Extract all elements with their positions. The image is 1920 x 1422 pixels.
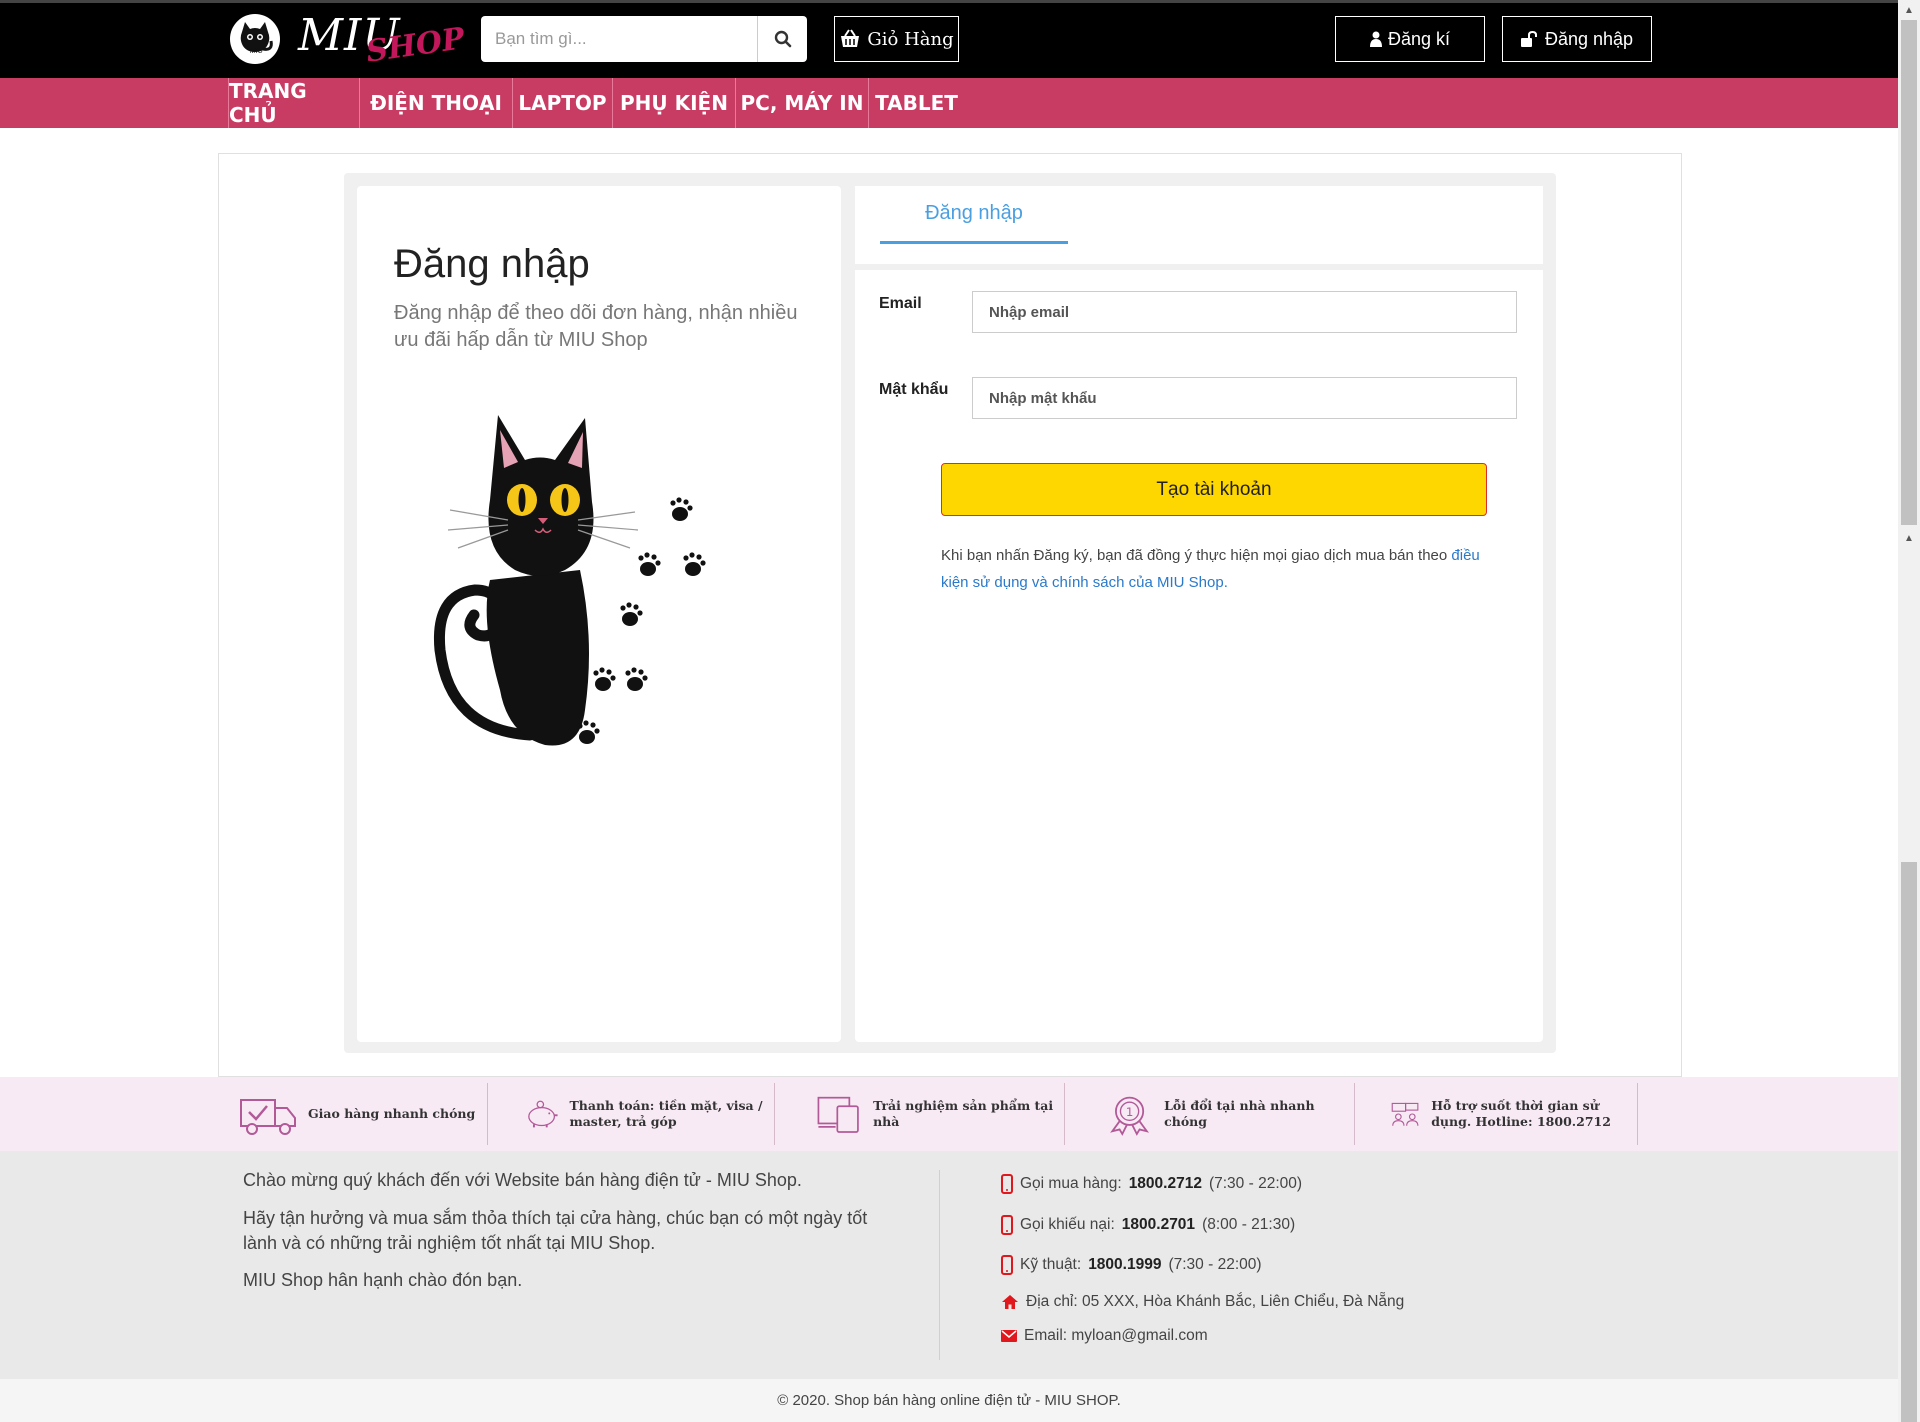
footer-greeting: MIU Shop hân hạnh chào đón bạn. (243, 1270, 523, 1290)
home-icon (1002, 1295, 1018, 1309)
scrollbar-thumb[interactable] (1901, 20, 1917, 525)
contact-buy-hours: (7:30 - 22:00) (1208, 1175, 1303, 1192)
register-label: Đăng kí (1387, 28, 1451, 49)
contact-buy: Gọi mua hàng: 1800.2712 (7:30 - 22:00) (1001, 1174, 1302, 1194)
nav-item-home[interactable]: TRANG CHỦ (228, 78, 359, 128)
feature-text: Thanh toán: tiền mặt, visa / master, trả… (569, 1098, 763, 1129)
feature-experience: Trải nghiệm sản phẩm tại nhà (815, 1083, 1065, 1145)
nav-item-phones[interactable]: ĐIỆN THOẠI (359, 78, 512, 128)
scroll-up-arrow-icon[interactable]: ▲ (1898, 0, 1920, 20)
piggy-bank-icon (528, 1100, 558, 1128)
contact-complain-phone[interactable]: 1800.2701 (1122, 1216, 1195, 1234)
contact-buy-label: Gọi mua hàng: (1020, 1175, 1122, 1192)
create-account-button[interactable]: Tạo tài khoản (941, 463, 1487, 516)
tab-login[interactable]: Đăng nhập (880, 186, 1068, 244)
black-cat-illustration (433, 415, 706, 746)
envelope-icon (1001, 1330, 1017, 1342)
contact-address: Địa chỉ: 05 XXX, Hòa Khánh Bắc, Liên Chi… (1001, 1293, 1404, 1311)
terms-notice: Khi bạn nhấn Đăng ký, bạn đã đồng ý thực… (941, 542, 1501, 596)
nav-item-pc-printer[interactable]: PC, MÁY IN (735, 78, 868, 128)
footer-welcome: Chào mừng quý khách đến với Website bán … (243, 1170, 802, 1190)
search-input[interactable] (481, 16, 757, 62)
feature-delivery: Giao hàng nhanh chóng (238, 1083, 488, 1145)
contact-address-text: Địa chỉ: 05 XXX, Hòa Khánh Bắc, Liên Chi… (1026, 1293, 1405, 1310)
contact-complain: Gọi khiếu nại: 1800.2701 (8:00 - 21:30) (1001, 1215, 1295, 1235)
badge-icon: 1 (1110, 1096, 1150, 1136)
feature-text: Lỗi đổi tại nhà nhanh chóng (1164, 1098, 1315, 1129)
register-button[interactable]: Đăng kí (1335, 16, 1485, 62)
contact-complain-label: Gọi khiếu nại: (1020, 1216, 1115, 1233)
contact-tech-hours: (7:30 - 22:00) (1168, 1256, 1262, 1273)
feature-payment: Thanh toán: tiền mặt, visa / master, trả… (525, 1083, 775, 1145)
footer-divider (939, 1170, 940, 1360)
mobile-phone-icon (1001, 1255, 1013, 1275)
svg-text:1: 1 (1126, 1105, 1134, 1119)
support-icon (1391, 1102, 1419, 1126)
cart-label: Giỏ Hàng (867, 28, 954, 50)
logo-badge-text: MIU (250, 48, 263, 55)
mobile-phone-icon (1001, 1215, 1013, 1235)
truck-icon (240, 1099, 296, 1135)
nav-item-accessories[interactable]: PHỤ KIỆN (612, 78, 735, 128)
feature-text: Giao hàng nhanh chóng (308, 1106, 476, 1121)
login-button[interactable]: Đăng nhập (1502, 16, 1652, 62)
contact-complain-hours: (8:00 - 21:30) (1202, 1216, 1296, 1233)
contact-tech-phone[interactable]: 1800.1999 (1088, 1256, 1161, 1274)
feature-support: Hỗ trợ suốt thời gian sử dụng. Hotline: … (1390, 1083, 1638, 1145)
login-label: Đăng nhập (1544, 28, 1634, 49)
contact-email-text[interactable]: Email: myloan@gmail.com (1024, 1327, 1208, 1345)
feature-text: Trải nghiệm sản phẩm tại nhà (873, 1098, 1054, 1129)
terms-text: Khi bạn nhấn Đăng ký, bạn đã đồng ý thực… (941, 547, 1452, 564)
scroll-arrow-icon[interactable]: ▲ (1898, 528, 1920, 548)
search-button[interactable] (757, 16, 807, 62)
contact-tech: Kỹ thuật: 1800.1999 (7:30 - 22:00) (1001, 1255, 1262, 1275)
unlock-icon (1520, 31, 1537, 47)
basket-icon (841, 29, 860, 47)
logo-cat-icon[interactable]: MIU (230, 14, 280, 64)
search-box (481, 16, 807, 62)
main-nav: TRANG CHỦ ĐIỆN THOẠI LAPTOP PHỤ KIỆN PC,… (0, 78, 1898, 128)
scrollbar-thumb-lower[interactable] (1901, 862, 1917, 1422)
email-field[interactable] (972, 291, 1517, 333)
contact-email: Email: myloan@gmail.com (1001, 1327, 1208, 1345)
devices-icon (817, 1096, 859, 1133)
mobile-phone-icon (1001, 1174, 1013, 1194)
password-label: Mật khẩu (879, 381, 949, 398)
nav-item-laptop[interactable]: LAPTOP (512, 78, 612, 128)
copyright: © 2020. Shop bán hàng online điện tử - M… (0, 1379, 1898, 1422)
paw-prints (577, 497, 706, 744)
page-title: Đăng nhập (394, 242, 590, 286)
feature-exchange: 1 Lỗi đổi tại nhà nhanh chóng (1105, 1083, 1355, 1145)
user-icon (1369, 31, 1382, 47)
footer-enjoy: Hãy tận hưởng và mua sắm thỏa thích tại … (243, 1208, 868, 1253)
contact-tech-label: Kỹ thuật: (1020, 1256, 1082, 1273)
feature-text: Hỗ trợ suốt thời gian sử dụng. Hotline: … (1431, 1098, 1611, 1129)
email-label: Email (879, 295, 922, 312)
page-description: Đăng nhập để theo dõi đơn hàng, nhận nhi… (394, 302, 798, 351)
password-field[interactable] (972, 377, 1517, 419)
nav-item-tablet[interactable]: TABLET (868, 78, 964, 128)
cart-button[interactable]: Giỏ Hàng (834, 16, 959, 62)
search-icon (774, 30, 791, 48)
contact-buy-phone[interactable]: 1800.2712 (1129, 1175, 1202, 1193)
